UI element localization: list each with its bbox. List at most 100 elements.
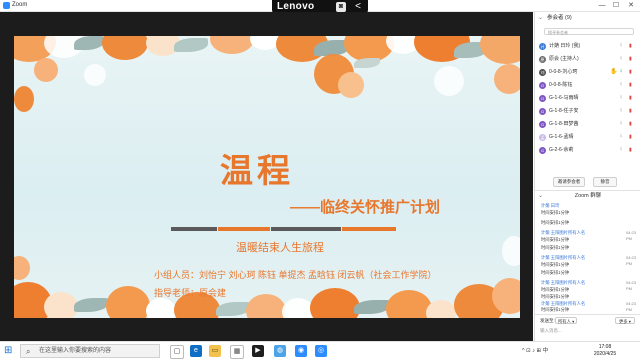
chat-sender: 计蒴 王阳图片所有人名: [541, 255, 586, 260]
video-off-icon[interactable]: ▮: [629, 44, 635, 49]
participant-name: 计蒴 日玲 (我): [549, 43, 581, 49]
mic-muted-icon[interactable]: ♮: [620, 121, 626, 128]
minimize-button[interactable]: —: [596, 0, 608, 11]
participant-name: 0-0-8-刘心珂: [549, 69, 578, 75]
participant-row[interactable]: G 0-0-8-陈钰 ♮ ▮: [535, 79, 640, 92]
slide-subtitle: ——临终关怀推广计划: [290, 199, 441, 216]
avatar: 刘: [539, 69, 546, 76]
chat-sender: 计蒴 王阳图片所有人名: [541, 280, 586, 285]
send-to-label: 发送至:: [540, 318, 555, 323]
maximize-button[interactable]: ☐: [610, 0, 622, 11]
mic-muted-icon[interactable]: ♮: [620, 56, 626, 63]
avatar: 原: [539, 56, 546, 63]
participant-row[interactable]: G G-2-6-余莉 ♮ ▮: [535, 144, 640, 157]
video-off-icon[interactable]: ▮: [629, 122, 635, 127]
chat-timestamp: 04:23 PM: [626, 280, 637, 291]
file-explorer-icon[interactable]: ▭: [209, 345, 221, 357]
video-off-icon[interactable]: ▮: [629, 109, 635, 114]
slide-title: 温程: [220, 151, 294, 190]
invite-button[interactable]: 邀请参会者: [553, 177, 585, 187]
media-app-icon[interactable]: ▶: [252, 345, 264, 357]
participant-name: G-1-6-马雨晴: [549, 95, 579, 101]
mute-all-button[interactable]: 静音: [593, 177, 617, 187]
slide-tagline: 温暖结束人生旅程: [236, 242, 324, 254]
participant-name: G-1-6-孟晴: [549, 134, 574, 140]
slide-advisor: 指导老师：原会建: [154, 288, 227, 298]
chat-title: Zoom 群聊: [574, 193, 602, 199]
avatar: G: [539, 147, 546, 154]
chat-text: 时间安排1分钟: [541, 237, 570, 242]
clock-date: 2020/4/25: [593, 351, 617, 357]
participant-name: 原会 (主持人): [549, 56, 579, 62]
divider-bar-4: [342, 227, 396, 231]
participant-row[interactable]: 计 计蒴 日玲 (我) ♮ ▮: [535, 40, 640, 53]
participant-row[interactable]: 孟 G-1-6-孟晴 ♮ ▮: [535, 131, 640, 144]
participant-row[interactable]: 刘 0-0-8-刘心珂 ✋ ♮ ▮: [535, 66, 640, 79]
search-icon: ⌕: [26, 347, 31, 356]
task-view-icon[interactable]: ▢: [170, 345, 184, 359]
system-tray[interactable]: ^ ⊡ ♪ ⊞ 中: [522, 342, 548, 361]
avatar: G: [539, 108, 546, 115]
mic-muted-icon[interactable]: ♮: [620, 82, 626, 89]
more-button[interactable]: 更多 ▾: [615, 317, 635, 324]
mic-muted-icon[interactable]: ♮: [620, 147, 626, 154]
chat-text: 时间安排1分钟: [541, 287, 570, 292]
video-off-icon[interactable]: ▮: [629, 70, 635, 75]
chat-composer: 发送至: 所有人 ▾ 更多 ▾ 输入消息...: [535, 314, 640, 342]
mic-muted-icon[interactable]: ♮: [620, 108, 626, 115]
chat-sender: 计蒴 王阳图片所有人名: [541, 230, 586, 235]
zoom-taskbar-icon[interactable]: ◉: [295, 345, 307, 357]
avatar: G: [539, 95, 546, 102]
avatar: 孟: [539, 134, 546, 141]
settings-app-icon[interactable]: ◍: [274, 345, 286, 357]
store-icon[interactable]: ▦: [230, 345, 244, 359]
collapse-participants-icon[interactable]: ⌄: [538, 12, 543, 24]
taskbar-search-box[interactable]: ⌕ 在这里输入你要搜索的内容: [20, 344, 160, 358]
windows-taskbar: ⊞ ⌕ 在这里输入你要搜索的内容 ▢ e ▭ ▦ ▶ ◍ ◉ ◎ ^ ⊡ ♪ ⊞…: [0, 341, 640, 361]
zoom-app-icon: [3, 2, 10, 9]
divider-bar-3: [271, 227, 341, 231]
chat-timestamp: 04:23 PM: [626, 230, 637, 241]
chat-sender: 计蒴 日玲: [541, 203, 560, 208]
edge-browser-icon[interactable]: e: [190, 345, 202, 357]
avatar: 计: [539, 43, 546, 50]
chat-text: 时间安排1分钟: [541, 262, 570, 267]
participant-name: G-2-6-余莉: [549, 147, 574, 153]
slide-members: 小组人员：刘怡宁 刘心珂 陈钰 单提杰 孟晗钰 闭云帆（社会工作学院）: [154, 270, 437, 280]
windows-start-icon[interactable]: ⊞: [4, 346, 14, 356]
participants-search-input[interactable]: 搜寻参会者: [544, 28, 634, 35]
chat-text: 时间安排1分钟: [541, 294, 570, 299]
chat-text: 时间安排1分钟: [541, 220, 570, 225]
participant-row[interactable]: 原 原会 (主持人) ♮ ▮: [535, 53, 640, 66]
raised-hand-icon: ✋: [610, 69, 618, 75]
chat-text: 时间安排1分钟: [541, 307, 570, 312]
camera-person-icon[interactable]: ◙: [336, 2, 346, 12]
mic-on-icon[interactable]: ♮: [620, 69, 626, 76]
participant-row[interactable]: G G-1-6-马雨晴 ♮ ▮: [535, 92, 640, 105]
video-off-icon[interactable]: ▮: [629, 83, 635, 88]
participant-name: 0-0-8-陈钰: [549, 82, 573, 88]
chat-timestamp: 04:23 PM: [626, 255, 637, 266]
zoom-meeting-taskbar-icon[interactable]: ◎: [315, 345, 327, 357]
video-off-icon[interactable]: ▮: [629, 57, 635, 62]
participant-row[interactable]: G G-1-8-任子安 ♮ ▮: [535, 105, 640, 118]
chat-text: 时间安排1分钟: [541, 210, 570, 215]
video-off-icon[interactable]: ▮: [629, 135, 635, 140]
window-title: Zoom: [12, 2, 28, 8]
participant-name: G-1-8-任子安: [549, 108, 579, 114]
recipient-select[interactable]: 所有人 ▾: [555, 317, 577, 324]
video-off-icon[interactable]: ▮: [629, 96, 635, 101]
mic-muted-icon[interactable]: ♮: [620, 134, 626, 141]
close-button[interactable]: ✕: [625, 0, 637, 11]
video-off-icon[interactable]: ▮: [629, 148, 635, 153]
mic-muted-icon[interactable]: ♮: [620, 43, 626, 50]
participant-name: G-1-8-田梦茜: [549, 121, 579, 127]
shared-screen-view: 温程 ——临终关怀推广计划 温暖结束人生旅程 小组人员：刘怡宁 刘心珂 陈钰 单…: [0, 12, 533, 341]
chat-input[interactable]: 输入消息...: [540, 327, 562, 335]
side-panel: ⌄ 参会者 (9) 搜寻参会者 计 计蒴 日玲 (我) ♮ ▮ 原 原会 (主持…: [534, 12, 640, 341]
taskbar-clock[interactable]: 17:08 2020/4/25: [588, 344, 622, 358]
participant-row[interactable]: G G-1-8-田梦茜 ♮ ▮: [535, 118, 640, 131]
presentation-slide: 温程 ——临终关怀推广计划 温暖结束人生旅程 小组人员：刘怡宁 刘心珂 陈钰 单…: [14, 36, 520, 318]
chat-text: 时间安排1分钟: [541, 270, 570, 275]
mic-muted-icon[interactable]: ♮: [620, 95, 626, 102]
